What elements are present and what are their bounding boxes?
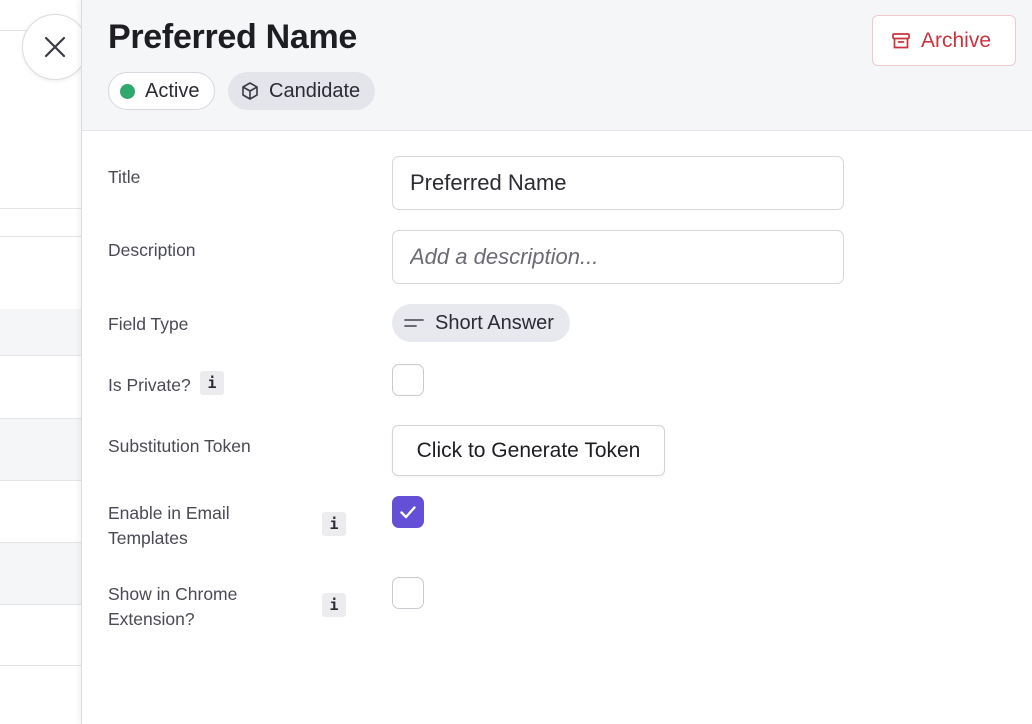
chrome-extension-label: Show in Chrome Extension? — [108, 584, 238, 629]
list-divider — [0, 480, 82, 481]
status-dot-icon — [120, 83, 135, 99]
email-templates-label: Enable in Email Templates — [108, 503, 230, 548]
description-label: Description — [108, 240, 196, 260]
info-icon[interactable]: i — [200, 371, 224, 395]
checkmark-icon — [400, 506, 416, 519]
archive-button[interactable]: Archive — [872, 15, 1016, 66]
is-private-checkbox[interactable] — [392, 364, 424, 396]
list-divider — [0, 208, 82, 209]
cube-icon — [242, 82, 258, 100]
close-icon — [44, 36, 66, 58]
list-divider — [0, 236, 82, 237]
close-drawer-button[interactable] — [22, 14, 88, 80]
page-title: Preferred Name — [108, 18, 358, 56]
background-list — [0, 0, 82, 724]
title-label: Title — [108, 167, 141, 187]
field-detail-drawer: Preferred Name Active Candidate Archive … — [81, 0, 1032, 724]
list-row — [0, 418, 82, 480]
list-divider — [0, 604, 82, 605]
generate-token-button[interactable]: Click to Generate Token — [392, 425, 665, 476]
archive-box-icon — [892, 32, 910, 48]
info-icon[interactable]: i — [322, 593, 346, 617]
list-divider — [0, 418, 82, 419]
is-private-label: Is Private? — [108, 375, 191, 395]
list-divider — [0, 665, 82, 666]
entity-badge-label: Candidate — [269, 79, 361, 102]
chrome-extension-checkbox[interactable] — [392, 577, 424, 609]
description-input[interactable] — [392, 230, 844, 284]
list-row — [0, 542, 82, 604]
field-type-label: Field Type — [108, 314, 189, 334]
email-templates-checkbox[interactable] — [392, 496, 424, 528]
list-row — [0, 309, 82, 355]
list-divider — [0, 542, 82, 543]
field-type-selector[interactable]: Short Answer — [392, 304, 570, 342]
status-badge: Active — [108, 72, 215, 110]
drawer-header: Preferred Name Active Candidate Archive — [82, 0, 1032, 131]
field-type-value: Short Answer — [435, 311, 554, 334]
title-input[interactable] — [392, 156, 844, 210]
info-icon[interactable]: i — [322, 512, 346, 536]
archive-button-label: Archive — [921, 28, 992, 52]
substitution-token-label: Substitution Token — [108, 436, 251, 456]
status-badge-label: Active — [145, 79, 200, 102]
list-divider — [0, 355, 82, 356]
entity-badge: Candidate — [228, 72, 375, 110]
short-text-icon — [404, 319, 424, 327]
